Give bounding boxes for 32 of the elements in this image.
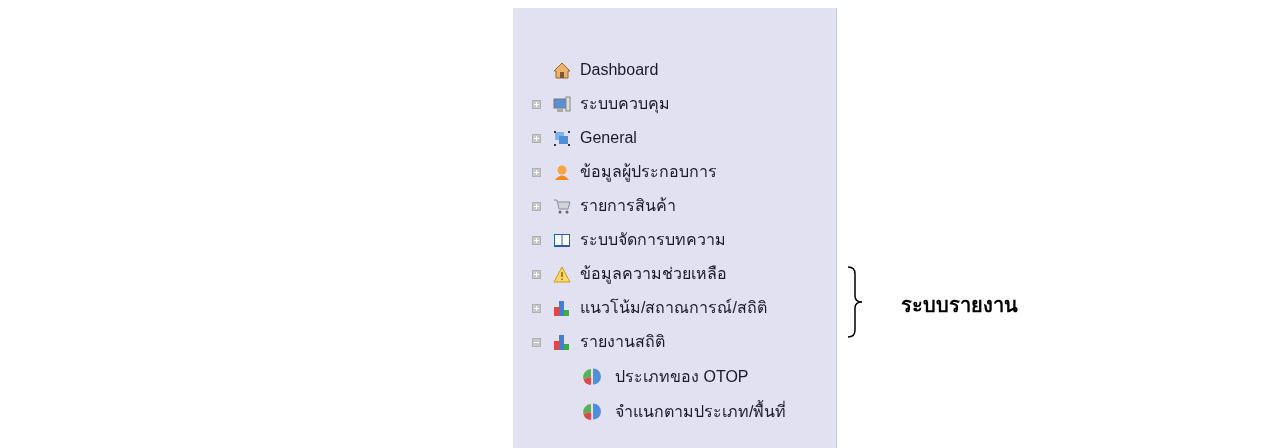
menu-item[interactable]: ข้อมูลความช่วยเหลือ: [580, 262, 727, 286]
book-icon: [553, 231, 571, 249]
menu-item[interactable]: ระบบควบคุม: [580, 92, 670, 116]
pie-chart-icon: [582, 402, 602, 421]
menu-item[interactable]: รายการสินค้า: [580, 194, 676, 218]
expander-toggle[interactable]: [532, 167, 541, 177]
menu-item[interactable]: ระบบจัดการบทความ: [580, 228, 726, 252]
bar-chart-icon: [553, 299, 571, 317]
cart-icon: [553, 197, 571, 215]
windows-icon: [553, 129, 571, 147]
expander-toggle[interactable]: [532, 269, 541, 279]
warning-icon: [553, 265, 571, 283]
bar-chart-icon: [553, 333, 571, 351]
expander-toggle[interactable]: [532, 235, 541, 245]
menu-item[interactable]: General: [580, 126, 637, 150]
person-icon: [553, 163, 571, 181]
menu-item[interactable]: แนวโน้ม/สถาณการณ์/สถิติ: [580, 296, 767, 320]
annotation-label: ระบบรายงาน: [901, 292, 1018, 319]
expander-toggle[interactable]: [532, 337, 541, 347]
menu-item[interactable]: รายงานสถิติ: [580, 330, 665, 354]
curly-brace: [847, 266, 863, 338]
menu-item[interactable]: Dashboard: [580, 58, 659, 82]
submenu-item[interactable]: ประเภทของ OTOP: [615, 364, 749, 389]
computer-icon: [553, 95, 571, 113]
expander-toggle[interactable]: [532, 133, 541, 143]
submenu-item[interactable]: จำแนกตามประเภท/พื้นที่: [615, 399, 787, 424]
menu-item[interactable]: ข้อมูลผู้ประกอบการ: [580, 160, 717, 184]
expander-toggle[interactable]: [532, 201, 541, 211]
expander-toggle[interactable]: [532, 303, 541, 313]
house-icon: [553, 61, 571, 79]
expander-toggle[interactable]: [532, 99, 541, 109]
pie-chart-icon: [582, 367, 602, 386]
